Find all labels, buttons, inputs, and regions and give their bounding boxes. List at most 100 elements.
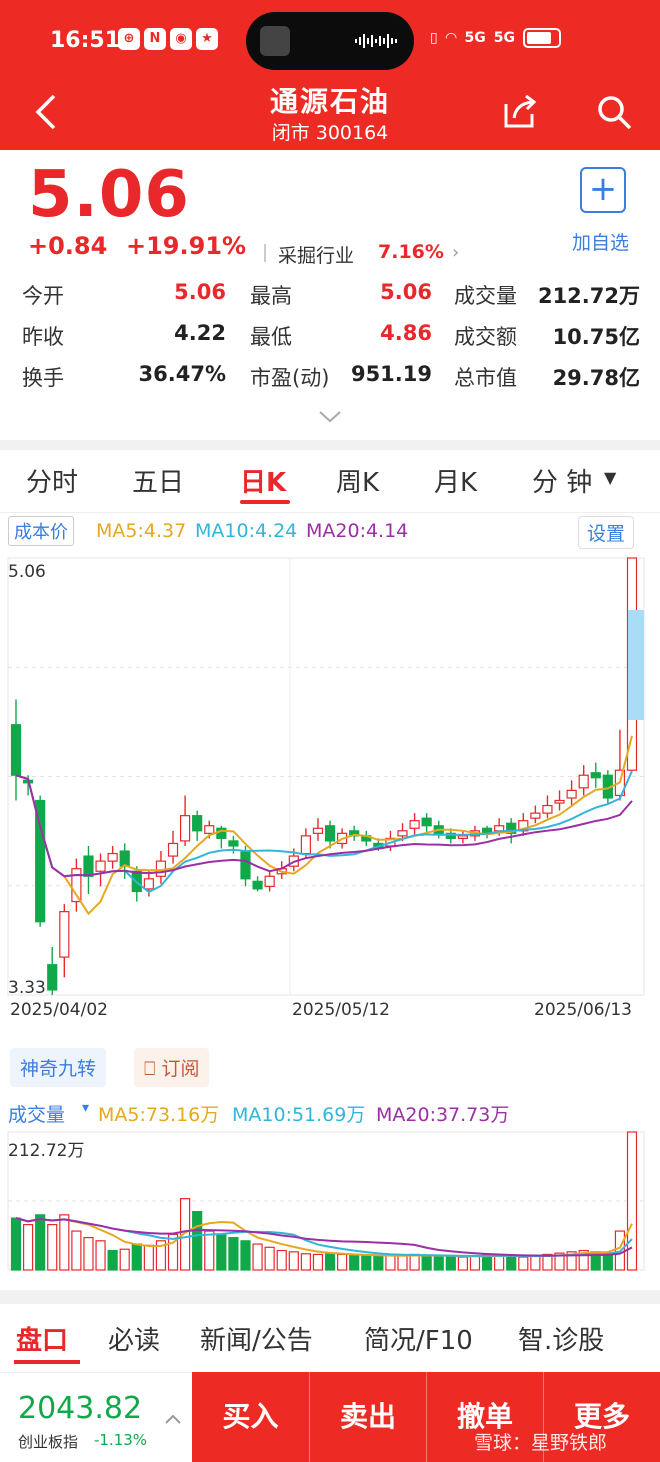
price-change-pct: +19.91%: [126, 232, 247, 260]
candle-body: [10, 724, 22, 776]
volume-bar: [264, 1246, 275, 1271]
volume-bar: [71, 1230, 82, 1271]
candle-body: [179, 815, 191, 842]
stat-value: 951.19: [350, 362, 432, 386]
stat-label: 今开: [22, 284, 64, 308]
index-value: 2043.82: [18, 1391, 143, 1426]
info-tab-3[interactable]: 简况/F10: [364, 1320, 473, 1357]
candle-body: [119, 850, 130, 867]
info-tab-2[interactable]: 新闻/公告: [200, 1320, 313, 1357]
system-status-icons: ▯ ◠ 5G 5G: [430, 28, 561, 48]
cost-price-toggle[interactable]: 成本价: [8, 516, 74, 546]
stat-value: 4.86: [380, 321, 432, 345]
index-ticker[interactable]: 2043.82 创业板指 -1.13%: [0, 1372, 192, 1462]
volume-bar: [288, 1251, 299, 1271]
notification-icons: ⊕ N ◉ ★: [118, 28, 218, 50]
minute-dropdown-icon[interactable]: ▼: [604, 468, 616, 487]
candle-body: [83, 855, 94, 877]
volume-bar: [47, 1223, 58, 1271]
candle-body: [409, 820, 420, 829]
candle-body: [264, 875, 275, 887]
add-watchlist-button[interactable]: +: [580, 167, 626, 213]
volume-bar: [469, 1255, 481, 1271]
status-bar: 16:51 ⊕ N ◉ ★ ▯ ◠ 5G 5G: [0, 0, 660, 80]
vibrate-icon: ▯: [430, 30, 438, 46]
expand-chevron-icon[interactable]: [318, 410, 342, 424]
divider: [264, 244, 266, 262]
volume-bar: [373, 1255, 384, 1271]
volume-bar: [83, 1236, 94, 1271]
subscribe-button[interactable]: ⎕ 订阅: [134, 1048, 210, 1087]
search-icon[interactable]: [594, 92, 634, 132]
volume-bar: [433, 1256, 444, 1271]
kline-chart[interactable]: [0, 555, 660, 1025]
share-icon[interactable]: [500, 92, 540, 132]
active-tab-indicator: [240, 500, 290, 504]
chart-settings-button[interactable]: 设置: [578, 516, 635, 549]
candle-body: [494, 825, 505, 832]
stat-label: 最高: [250, 284, 292, 308]
volume-bar: [143, 1244, 154, 1271]
volume-bar: [337, 1253, 348, 1271]
media-thumbnail-icon: [260, 26, 290, 56]
plus-icon: +: [588, 169, 618, 209]
divider: [0, 512, 660, 513]
volume-bar: [192, 1211, 203, 1271]
current-price: 5.06: [28, 158, 190, 232]
buy-button[interactable]: 买入: [192, 1372, 309, 1462]
info-tab-0[interactable]: 盘口: [16, 1320, 68, 1357]
tab-2[interactable]: 日K: [240, 462, 286, 499]
sell-button[interactable]: 卖出: [309, 1372, 426, 1462]
volume-bar: [385, 1255, 396, 1271]
info-tab-1[interactable]: 必读: [108, 1320, 160, 1357]
nine-turn-button[interactable]: 神奇九转: [10, 1048, 107, 1087]
tab-5[interactable]: 分 钟: [532, 462, 592, 499]
candle-body: [566, 789, 577, 799]
battery-icon: [522, 28, 561, 48]
info-tab-4[interactable]: 智.诊股: [518, 1320, 604, 1357]
volume-bar: [300, 1253, 311, 1271]
sector-change[interactable]: 7.16%: [378, 241, 444, 263]
candle-body: [554, 799, 565, 804]
app-badge-icon: ★: [196, 28, 218, 50]
dynamic-island: [246, 12, 414, 70]
volume-bar: [445, 1255, 456, 1271]
candle-body: [252, 880, 263, 890]
date-label-mid: 2025/05/12: [292, 1000, 390, 1020]
volume-bar: [107, 1249, 118, 1271]
volume-bar: [276, 1249, 287, 1271]
candle-body: [578, 774, 589, 789]
candle-body: [95, 860, 106, 872]
tab-3[interactable]: 周K: [336, 462, 379, 499]
signal-5g-icon: 5G: [464, 30, 486, 46]
volume-dropdown-icon[interactable]: ▾: [82, 1100, 89, 1116]
volume-bar: [457, 1256, 469, 1271]
candle-body: [204, 825, 215, 834]
chevron-right-icon[interactable]: ›: [452, 242, 459, 263]
tab-1[interactable]: 五日: [132, 462, 184, 499]
stat-label: 市盈(动): [250, 366, 330, 390]
tab-0[interactable]: 分时: [26, 462, 78, 499]
volume-chart[interactable]: [0, 1130, 660, 1275]
nfc-icon: N: [144, 28, 166, 50]
volume-label[interactable]: 成交量: [8, 1100, 65, 1127]
price-change: +0.84: [28, 232, 108, 260]
stat-value: 29.78亿: [552, 366, 640, 390]
sector-label[interactable]: 采掘行业: [278, 241, 354, 268]
volume-bar: [216, 1233, 227, 1271]
active-info-tab-indicator: [14, 1360, 80, 1364]
price-low-label: 3.33: [8, 978, 46, 998]
volume-ma10: MA10:51.69万: [232, 1104, 366, 1126]
volume-ma5: MA5:73.16万: [98, 1104, 220, 1126]
tab-4[interactable]: 月K: [434, 462, 477, 499]
add-watchlist-label[interactable]: 加自选: [572, 228, 629, 255]
candle-body: [192, 815, 203, 832]
volume-bar: [240, 1240, 251, 1271]
candle-body: [216, 827, 227, 839]
volume-bar: [397, 1254, 408, 1271]
volume-bar: [95, 1240, 106, 1271]
candle-body: [107, 852, 118, 862]
chevron-up-icon[interactable]: [164, 1413, 182, 1425]
stat-value: 212.72万: [537, 284, 640, 308]
candle-body: [324, 825, 336, 842]
